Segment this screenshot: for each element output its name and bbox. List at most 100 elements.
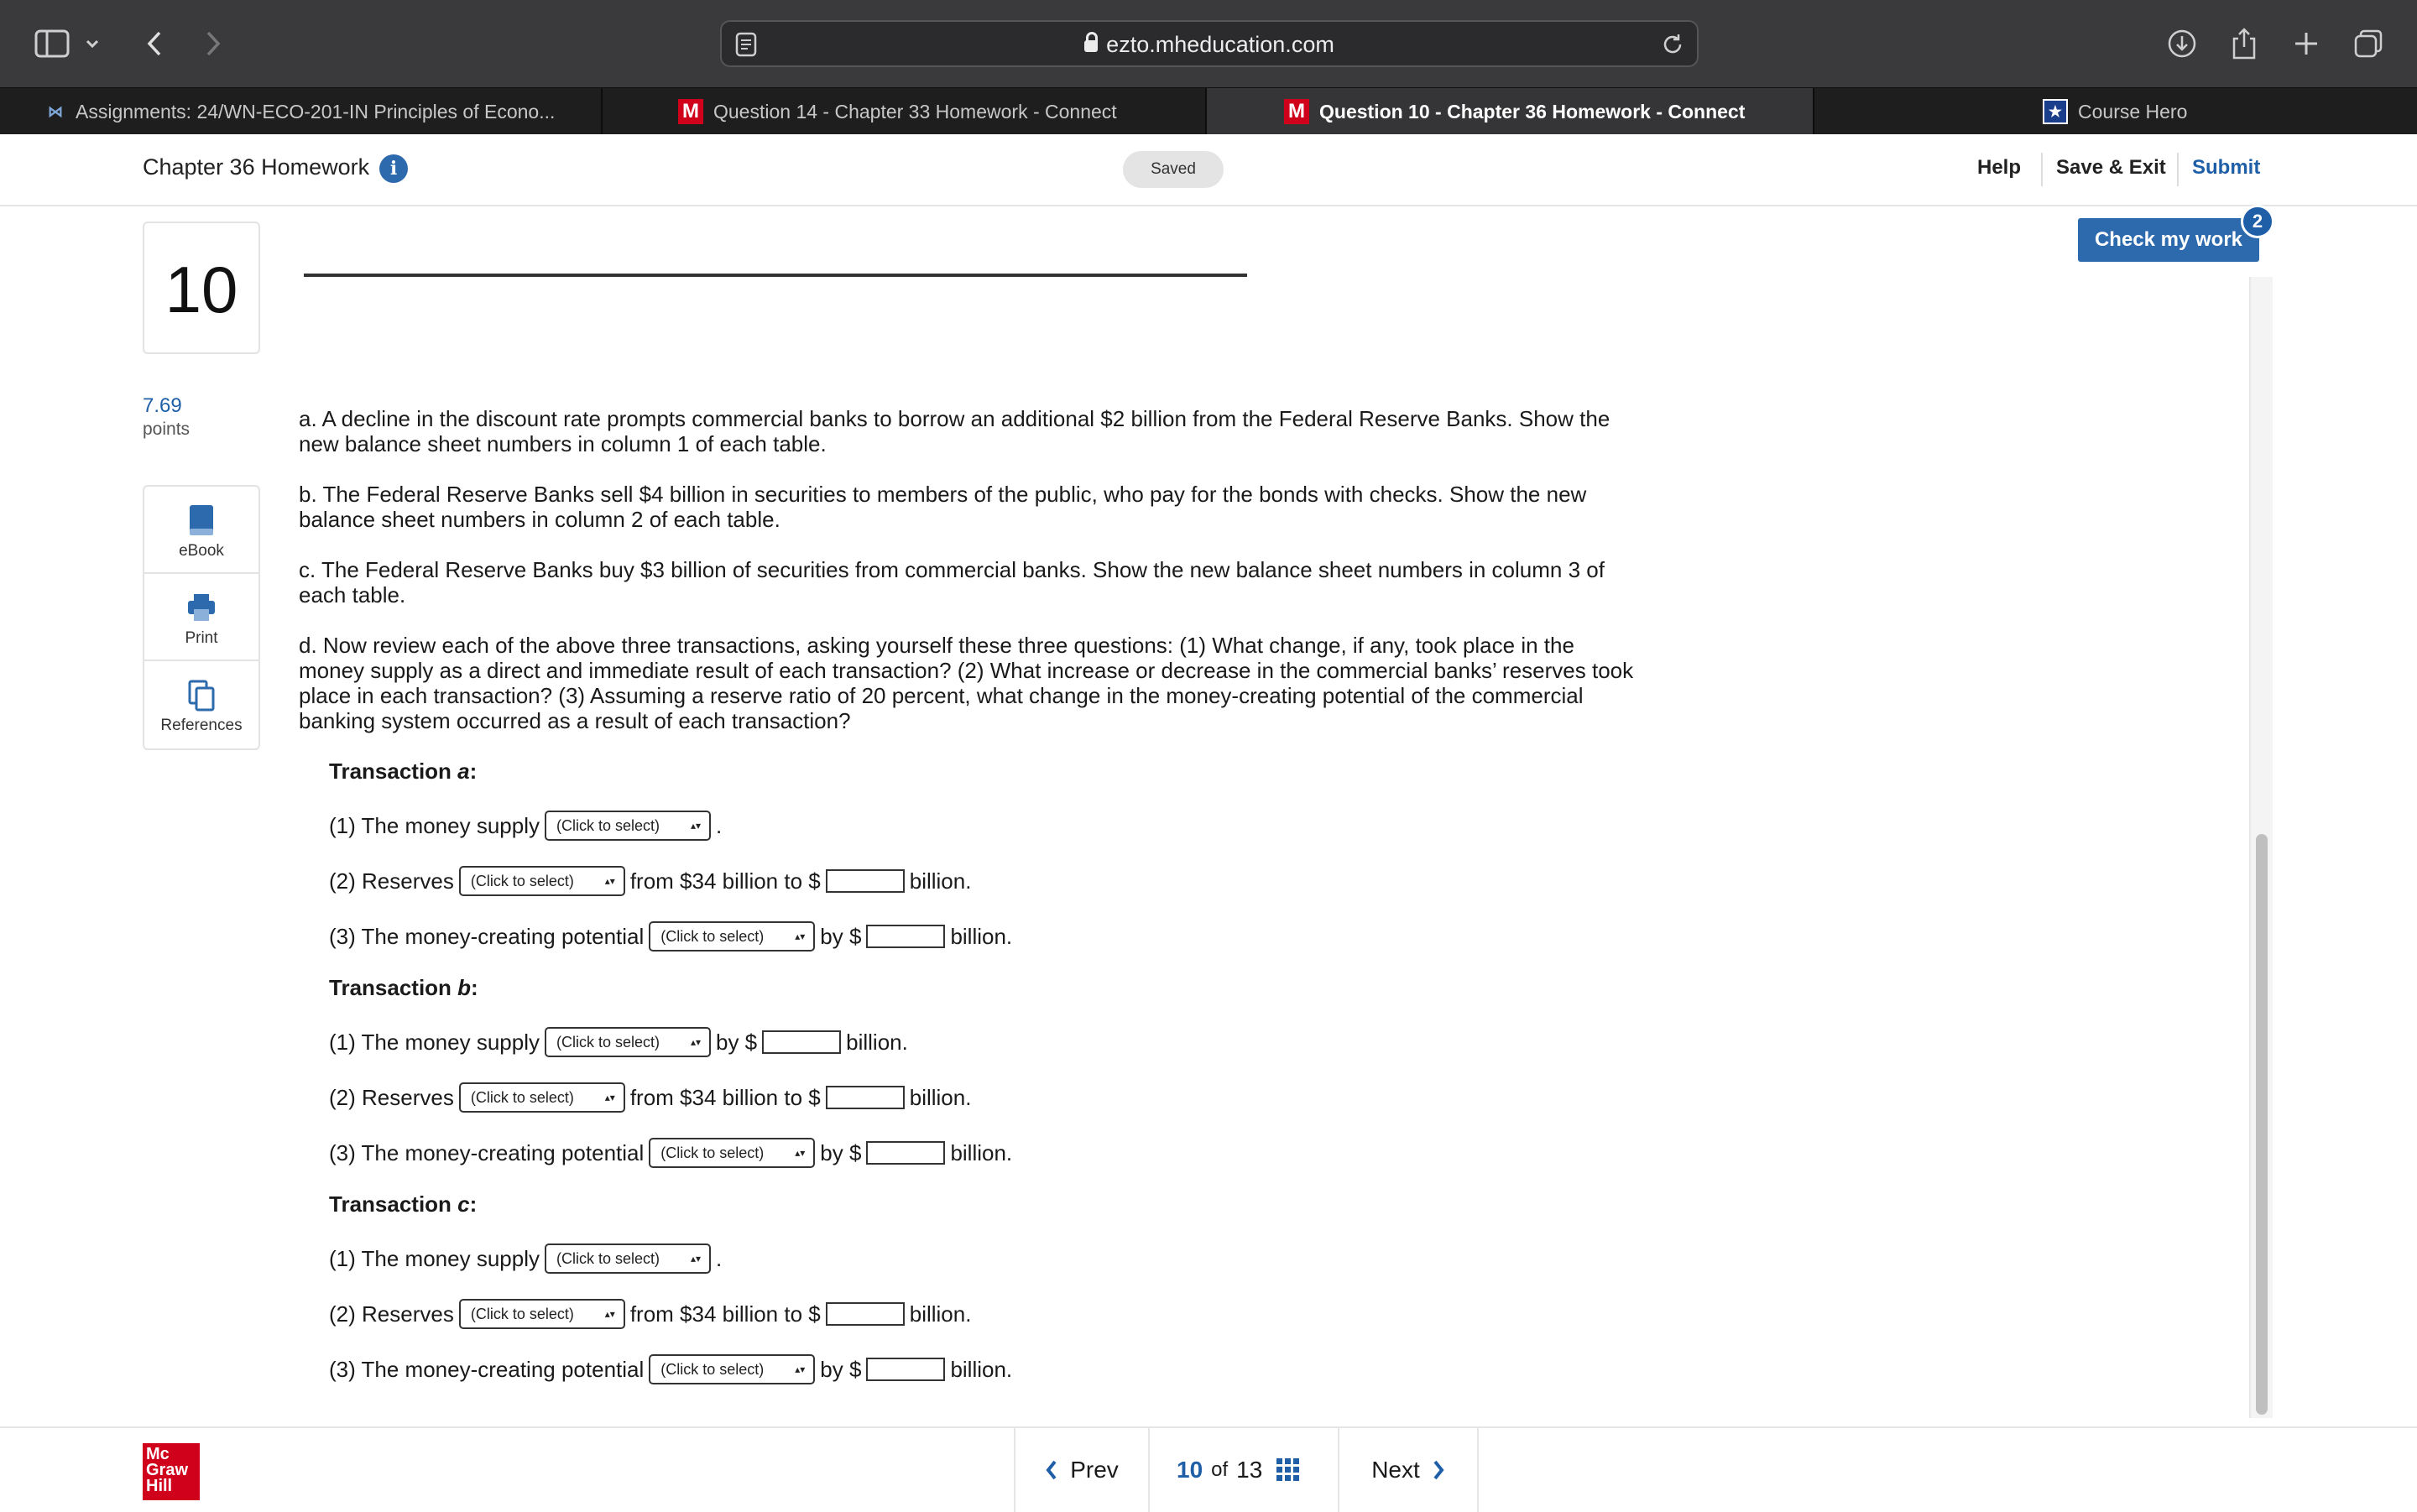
money-creating-potential-select[interactable]: (Click to select) ▴▾ [649, 921, 816, 952]
download-icon[interactable] [2160, 22, 2204, 65]
transaction-b-heading: Transaction b: [329, 975, 478, 1001]
next-button[interactable]: Next [1338, 1428, 1479, 1512]
scrollbar-thumb[interactable] [2256, 834, 2268, 1415]
row-suffix: billion. [950, 1356, 1013, 1382]
answer-row: (2) Reserves (Click to select) ▴▾ from $3… [329, 1297, 971, 1331]
tool-panel: eBook Print References [143, 485, 260, 750]
select-value: (Click to select) [470, 1088, 574, 1106]
money-creating-potential-select[interactable]: (Click to select) ▴▾ [649, 1354, 816, 1384]
next-label: Next [1371, 1457, 1420, 1483]
url-text: ezto.mheducation.com [722, 32, 1697, 58]
tab-overview-icon[interactable] [2347, 22, 2390, 65]
prev-button[interactable]: Prev [1014, 1428, 1148, 1512]
references-button[interactable]: References [144, 661, 258, 748]
answer-row: (3) The money-creating potential (Click … [329, 920, 1012, 953]
select-value: (Click to select) [556, 816, 660, 834]
tab-course-hero[interactable]: ★ Course Hero [1814, 88, 2417, 135]
row-label: (1) The money supply [329, 1245, 540, 1271]
address-bar[interactable]: ezto.mheducation.com [720, 20, 1699, 67]
tool-label: Print [185, 629, 218, 647]
forward-icon[interactable] [191, 22, 235, 65]
sidebar-toggle-icon[interactable] [30, 22, 74, 65]
reserves-select[interactable]: (Click to select) ▴▾ [458, 866, 625, 896]
select-arrows-icon: ▴▾ [795, 1363, 806, 1375]
row-label: (3) The money-creating potential [329, 1139, 645, 1165]
select-arrows-icon: ▴▾ [795, 1147, 806, 1159]
question-part-a: a. A decline in the discount rate prompt… [299, 406, 1610, 456]
divider [2177, 153, 2179, 186]
chevron-left-icon [1046, 1460, 1057, 1480]
chevron-right-icon [1433, 1460, 1444, 1480]
row-suffix: billion. [909, 1084, 972, 1110]
check-my-work-button[interactable]: Check my work [2078, 218, 2259, 262]
share-icon[interactable] [2222, 22, 2266, 65]
select-value: (Click to select) [470, 1305, 574, 1322]
answer-row: (1) The money supply (Click to select) ▴▾… [329, 1242, 722, 1275]
row-suffix: billion. [950, 1139, 1013, 1165]
money-supply-select[interactable]: (Click to select) ▴▾ [544, 811, 711, 841]
reserves-select[interactable]: (Click to select) ▴▾ [458, 1082, 625, 1113]
heading-colon: : [471, 975, 478, 1000]
copy-icon [186, 678, 217, 712]
heading-colon: : [469, 1191, 478, 1217]
table-divider-line [304, 274, 1247, 277]
question-part-d: d. Now review each of the above three tr… [299, 633, 1634, 733]
row-middle-text: from $34 billion to $ [629, 1301, 821, 1327]
points-value: 7.69 [143, 394, 182, 417]
transaction-c-heading: Transaction c: [329, 1191, 477, 1217]
save-exit-link[interactable]: Save & Exit [2056, 156, 2166, 180]
heading-text: Transaction [329, 975, 458, 1000]
tab-label: Course Hero [2078, 100, 2188, 123]
help-link[interactable]: Help [1977, 156, 2021, 180]
row-suffix: billion. [950, 923, 1013, 949]
question-footer: Mc Graw Hill Prev 10 of 13 Next [0, 1426, 2417, 1512]
tab-bar: ⋈ Assignments: 24/WN-ECO-201-IN Principl… [0, 87, 2417, 135]
question-part-b: b. The Federal Reserve Banks sell $4 bil… [299, 482, 1587, 532]
chevron-down-icon[interactable] [77, 22, 107, 65]
new-tab-icon[interactable] [2284, 22, 2328, 65]
info-icon[interactable]: i [379, 154, 408, 183]
m-logo-icon: M [678, 99, 703, 124]
reserves-input[interactable] [825, 1086, 905, 1109]
money-creating-potential-select[interactable]: (Click to select) ▴▾ [649, 1138, 816, 1168]
submit-link[interactable]: Submit [2192, 156, 2260, 180]
print-button[interactable]: Print [144, 574, 258, 661]
heading-text: Transaction [329, 1191, 458, 1217]
reserves-input[interactable] [825, 1302, 905, 1326]
potential-input[interactable] [866, 1358, 946, 1381]
money-supply-select[interactable]: (Click to select) ▴▾ [544, 1027, 711, 1057]
row-label: (2) Reserves [329, 1301, 454, 1327]
select-arrows-icon: ▴▾ [690, 1253, 701, 1264]
prev-label: Prev [1070, 1457, 1119, 1483]
answer-row: (3) The money-creating potential (Click … [329, 1353, 1012, 1386]
row-middle-text: by $ [715, 1029, 758, 1055]
row-middle-text: by $ [820, 923, 862, 949]
row-label: (1) The money supply [329, 812, 540, 838]
printer-icon [186, 591, 217, 624]
row-suffix: billion. [909, 868, 972, 894]
reload-icon[interactable] [1660, 32, 1685, 61]
tab-assignments[interactable]: ⋈ Assignments: 24/WN-ECO-201-IN Principl… [0, 88, 603, 135]
row-middle-text: by $ [820, 1139, 862, 1165]
row-suffix: . [715, 1245, 723, 1271]
reserves-input[interactable] [825, 869, 905, 893]
tab-question-14[interactable]: M Question 14 - Chapter 33 Homework - Co… [603, 88, 1207, 135]
question-selector[interactable]: 10 of 13 [1148, 1428, 1338, 1512]
pagination: Prev 10 of 13 Next [1014, 1428, 1479, 1512]
ebook-button[interactable]: eBook [144, 487, 258, 574]
potential-input[interactable] [866, 1141, 946, 1165]
heading-text: Transaction [329, 759, 458, 784]
book-icon [186, 503, 217, 537]
reserves-select[interactable]: (Click to select) ▴▾ [458, 1299, 625, 1329]
money-supply-input[interactable] [762, 1030, 842, 1054]
potential-input[interactable] [866, 925, 946, 948]
row-label: (2) Reserves [329, 868, 454, 894]
tab-question-10[interactable]: M Question 10 - Chapter 36 Homework - Co… [1207, 88, 1814, 135]
select-arrows-icon: ▴▾ [795, 931, 806, 942]
money-supply-select[interactable]: (Click to select) ▴▾ [544, 1243, 711, 1274]
tool-label: eBook [179, 542, 224, 560]
mcgraw-favicon-icon: ⋈ [48, 102, 63, 120]
browser-toolbar: ezto.mheducation.com [0, 0, 2417, 87]
back-icon[interactable] [133, 22, 176, 65]
answer-row: (1) The money supply (Click to select) ▴▾… [329, 1025, 908, 1059]
